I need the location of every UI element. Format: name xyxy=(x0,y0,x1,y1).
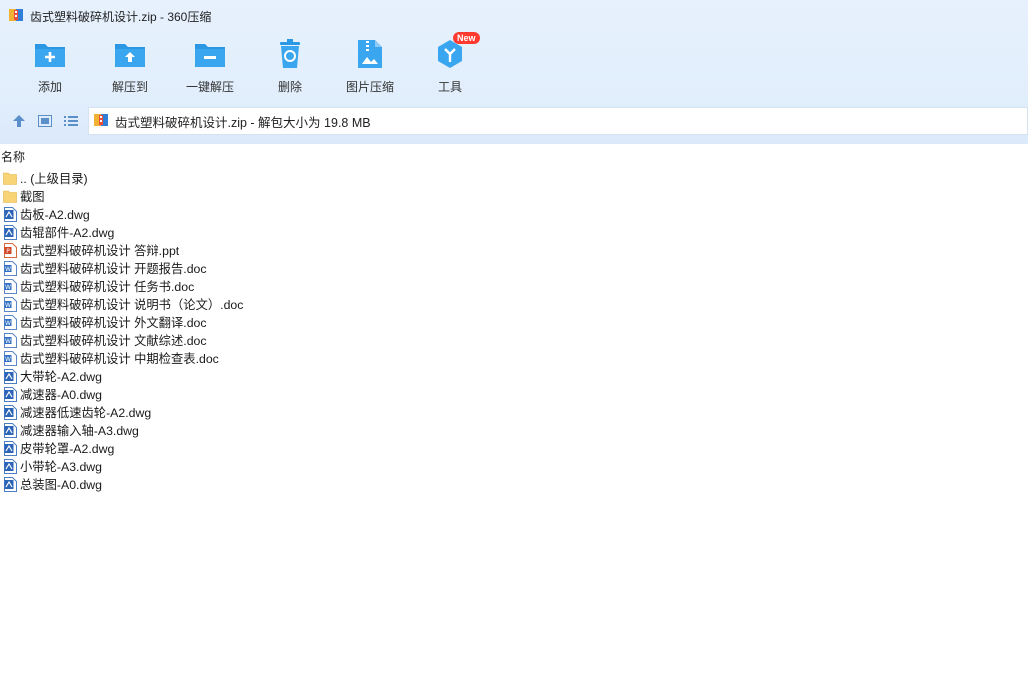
file-name: 齿式塑料破碎机设计 说明书（论文）.doc xyxy=(20,298,244,312)
tools-label: 工具 xyxy=(437,80,462,94)
dwg-file-icon xyxy=(3,386,17,402)
file-name: 大带轮-A2.dwg xyxy=(20,370,103,384)
extract-to-button[interactable]: 解压到 xyxy=(90,38,170,98)
file-row[interactable]: 大带轮-A2.dwg xyxy=(0,367,600,385)
file-row[interactable]: 减速器输入轴-A3.dwg xyxy=(0,421,600,439)
file-row[interactable]: 总装图-A0.dwg xyxy=(0,475,600,493)
file-name: 齿式塑料破碎机设计 任务书.doc xyxy=(20,280,195,294)
list-view-icon xyxy=(64,116,78,126)
column-header-label: 名称 xyxy=(1,150,26,164)
file-row[interactable]: 齿辊部件-A2.dwg xyxy=(0,223,600,241)
tools-button[interactable]: New 工具 xyxy=(410,32,490,98)
dwg-file-icon xyxy=(3,440,17,456)
file-name: 减速器输入轴-A3.dwg xyxy=(20,424,139,438)
image-compress-button[interactable]: 图片压缩 xyxy=(330,38,410,98)
file-name: 总装图-A0.dwg xyxy=(20,478,103,492)
main-toolbar: 添加 解压到 一键解压 删除 图片压缩 New 工具 xyxy=(10,32,490,98)
file-row[interactable]: W 齿式塑料破碎机设计 开题报告.doc xyxy=(0,259,600,277)
file-name: 减速器低速齿轮-A2.dwg xyxy=(20,406,152,420)
dwg-file-icon xyxy=(3,404,17,420)
file-row[interactable]: P 齿式塑料破碎机设计 答辩.ppt xyxy=(0,241,600,259)
file-row[interactable]: W 齿式塑料破碎机设计 说明书（论文）.doc xyxy=(0,295,600,313)
word-doc-icon: W xyxy=(3,260,17,276)
dwg-file-icon xyxy=(3,458,17,474)
file-name: .. (上级目录) xyxy=(20,172,88,186)
image-compress-icon xyxy=(354,38,386,70)
one-click-extract-label: 一键解压 xyxy=(185,80,234,94)
file-row[interactable]: W 齿式塑料破碎机设计 中期检查表.doc xyxy=(0,349,600,367)
add-button[interactable]: 添加 xyxy=(10,38,90,98)
dwg-file-icon xyxy=(3,476,17,492)
up-level-button[interactable] xyxy=(6,108,32,134)
svg-text:W: W xyxy=(5,302,11,309)
file-row[interactable]: W 齿式塑料破碎机设计 任务书.doc xyxy=(0,277,600,295)
svg-text:P: P xyxy=(6,248,10,255)
file-row[interactable]: 皮带轮罩-A2.dwg xyxy=(0,439,600,457)
file-name: 齿式塑料破碎机设计 外文翻译.doc xyxy=(20,316,207,330)
folder-icon xyxy=(3,188,17,204)
image-compress-label: 图片压缩 xyxy=(345,80,394,94)
file-name: 齿辊部件-A2.dwg xyxy=(20,226,115,240)
delete-label: 删除 xyxy=(277,80,302,94)
dwg-file-icon xyxy=(3,422,17,438)
svg-text:W: W xyxy=(5,284,11,291)
file-row[interactable]: .. (上级目录) xyxy=(0,169,600,187)
add-label: 添加 xyxy=(37,80,62,94)
window-title: 齿式塑料破碎机设计.zip - 360压缩 xyxy=(30,9,212,24)
dwg-file-icon xyxy=(3,206,17,222)
navigation-bar: 齿式塑料破碎机设计.zip - 解包大小为 19.8 MB xyxy=(0,106,1028,136)
word-doc-icon: W xyxy=(3,278,17,294)
file-row[interactable]: 截图 xyxy=(0,187,600,205)
svg-text:W: W xyxy=(5,356,11,363)
word-doc-icon: W xyxy=(3,350,17,366)
file-row[interactable]: 齿板-A2.dwg xyxy=(0,205,600,223)
extract-to-label: 解压到 xyxy=(111,80,148,94)
extract-to-icon xyxy=(114,38,146,70)
new-badge: New xyxy=(453,32,480,44)
file-list: .. (上级目录) 截图齿板-A2.dwg 齿辊部件-A2.dwg P 齿式塑料破碎机设… xyxy=(0,169,600,493)
column-header-name[interactable]: 名称 xyxy=(0,148,1028,164)
folder-icon xyxy=(3,170,17,186)
word-doc-icon: W xyxy=(3,296,17,312)
thumbnail-view-button[interactable] xyxy=(32,108,58,134)
file-name: 小带轮-A3.dwg xyxy=(20,460,103,474)
zip-archive-icon xyxy=(93,112,109,131)
delete-icon xyxy=(274,38,306,70)
file-row[interactable]: 小带轮-A3.dwg xyxy=(0,457,600,475)
file-row[interactable]: W 齿式塑料破碎机设计 外文翻译.doc xyxy=(0,313,600,331)
file-name: 减速器-A0.dwg xyxy=(20,388,103,402)
word-doc-icon: W xyxy=(3,332,17,348)
zip-archive-icon xyxy=(8,7,24,26)
file-name: 皮带轮罩-A2.dwg xyxy=(20,442,115,456)
dwg-file-icon xyxy=(3,224,17,240)
file-name: 齿式塑料破碎机设计 文献综述.doc xyxy=(20,334,207,348)
file-name: 齿式塑料破碎机设计 中期检查表.doc xyxy=(20,352,219,366)
file-row[interactable]: 减速器低速齿轮-A2.dwg xyxy=(0,403,600,421)
word-doc-icon: W xyxy=(3,314,17,330)
title-bar: 齿式塑料破碎机设计.zip - 360压缩 xyxy=(0,0,1028,32)
top-panel: 齿式塑料破碎机设计.zip - 360压缩 添加 解压到 一键解压 删除 图片压… xyxy=(0,0,1028,144)
file-name: 齿式塑料破碎机设计 答辩.ppt xyxy=(20,244,180,258)
thumbnail-view-icon xyxy=(38,115,52,127)
file-name: 齿式塑料破碎机设计 开题报告.doc xyxy=(20,262,207,276)
delete-button[interactable]: 删除 xyxy=(250,38,330,98)
svg-text:W: W xyxy=(5,320,11,327)
address-bar[interactable]: 齿式塑料破碎机设计.zip - 解包大小为 19.8 MB xyxy=(88,107,1028,135)
arrow-up-icon xyxy=(13,115,25,127)
svg-text:W: W xyxy=(5,338,11,345)
list-view-button[interactable] xyxy=(58,108,84,134)
file-row[interactable]: W 齿式塑料破碎机设计 文献综述.doc xyxy=(0,331,600,349)
ppt-file-icon: P xyxy=(3,242,17,258)
file-row[interactable]: 减速器-A0.dwg xyxy=(0,385,600,403)
file-name: 齿板-A2.dwg xyxy=(20,208,90,222)
one-click-extract-icon xyxy=(194,38,226,70)
svg-text:W: W xyxy=(5,266,11,273)
file-name: 截图 xyxy=(20,190,45,204)
one-click-extract-button[interactable]: 一键解压 xyxy=(170,38,250,98)
add-icon xyxy=(34,38,66,70)
address-text: 齿式塑料破碎机设计.zip - 解包大小为 19.8 MB xyxy=(115,115,371,130)
dwg-file-icon xyxy=(3,368,17,384)
